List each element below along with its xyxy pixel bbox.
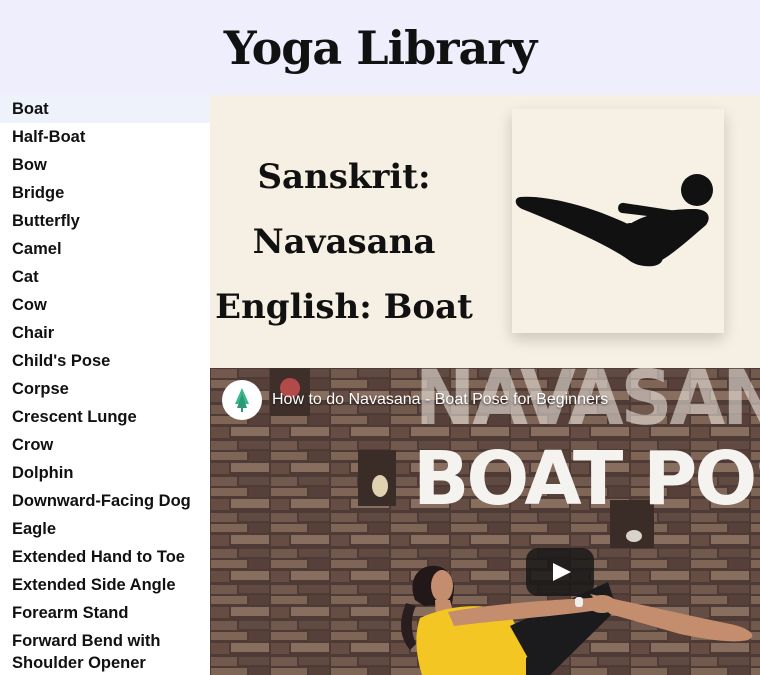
play-icon (553, 563, 571, 581)
pose-list-item[interactable]: Dolphin (0, 459, 210, 487)
pose-list-item[interactable]: Eagle (0, 515, 210, 543)
pose-list-item[interactable]: Half-Boat (0, 123, 210, 151)
sanskrit-name: Navasana (252, 222, 436, 262)
pose-list-item[interactable]: Crescent Lunge (0, 403, 210, 431)
page-title: Yoga Library (223, 20, 537, 75)
pose-list-item[interactable]: Corpse (0, 375, 210, 403)
sanskrit-label: Sanskrit: (257, 157, 431, 197)
pose-image (512, 109, 724, 333)
pose-list-item[interactable]: Chair (0, 319, 210, 347)
pose-list-item[interactable]: Butterfly (0, 207, 210, 235)
english-name: English: Boat (215, 287, 473, 327)
channel-logo-icon (235, 388, 249, 412)
boat-pose-icon (515, 174, 713, 267)
video-title[interactable]: How to do Navasana - Boat Pose for Begin… (272, 391, 608, 409)
thumbnail-heading-english: BOAT POSE (413, 436, 760, 522)
pose-list-item[interactable]: Cat (0, 263, 210, 291)
pose-list-item[interactable]: Boat (0, 95, 210, 123)
pose-list-item[interactable]: Extended Side Angle (0, 571, 210, 599)
pose-list-item[interactable]: Bridge (0, 179, 210, 207)
pose-list-item[interactable]: Bow (0, 151, 210, 179)
pose-list-item[interactable]: Forearm Stand (0, 599, 210, 627)
channel-avatar[interactable] (222, 380, 262, 420)
app-header: Yoga Library (0, 0, 760, 95)
pose-list-item[interactable]: Downward-Facing Dog (0, 487, 210, 515)
pose-list-item[interactable]: Cow (0, 291, 210, 319)
pose-list-item[interactable]: Camel (0, 235, 210, 263)
pose-list[interactable]: Boat Half-Boat Bow Bridge Butterfly Camel Cat C… (0, 95, 210, 675)
play-button[interactable] (526, 548, 594, 596)
pose-info-panel: Sanskrit: Navasana English: Boat (210, 95, 760, 368)
pose-list-item[interactable]: Forward Bend with Shoulder Opener (0, 627, 210, 674)
pose-list-item[interactable]: Child's Pose (0, 347, 210, 375)
pose-names: Sanskrit: Navasana English: Boat (210, 145, 478, 340)
pose-list-item[interactable]: Crow (0, 431, 210, 459)
video-player[interactable]: NAVASANA BOAT POSE How to do Navasana - … (210, 368, 760, 675)
pose-list-item[interactable]: Extended Hand to Toe (0, 543, 210, 571)
